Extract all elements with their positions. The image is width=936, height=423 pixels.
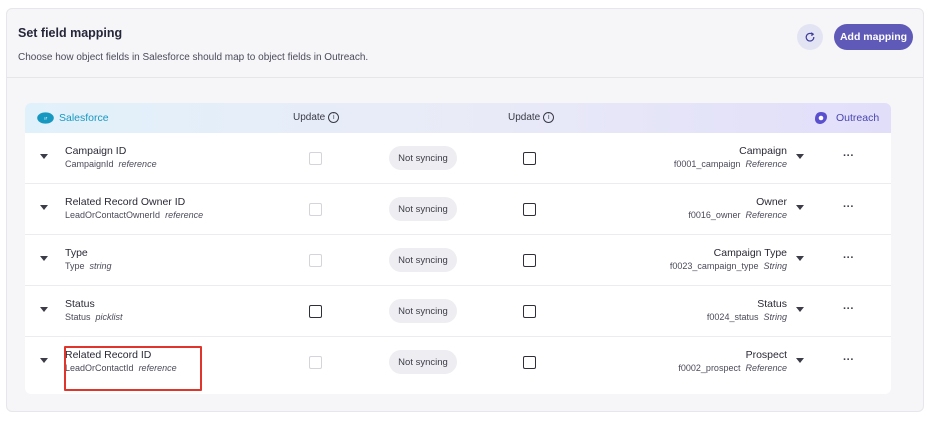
update-label: Update: [293, 112, 326, 123]
update-salesforce-checkbox[interactable]: [309, 203, 322, 216]
salesforce-field-api: Type string: [65, 261, 112, 271]
chevron-down-icon[interactable]: [796, 358, 804, 363]
sync-status[interactable]: Not syncing: [389, 350, 457, 374]
chevron-down-icon[interactable]: [40, 307, 48, 312]
add-mapping-button[interactable]: Add mapping: [834, 24, 913, 50]
salesforce-field-api: LeadOrContactOwnerId reference: [65, 210, 204, 220]
outreach-field-name: Status: [757, 298, 787, 310]
outreach-field-api: f0024_status String: [706, 312, 787, 322]
outreach-field-api: f0001_campaign Reference: [673, 159, 787, 169]
more-options-icon[interactable]: ···: [843, 150, 854, 162]
more-options-icon[interactable]: ···: [843, 252, 854, 264]
salesforce-field-name: Related Record Owner ID: [65, 196, 186, 208]
outreach-field-name: Campaign: [739, 145, 787, 157]
update-outreach-checkbox[interactable]: [523, 254, 536, 267]
sync-status[interactable]: Not syncing: [389, 197, 457, 221]
more-options-icon[interactable]: ···: [843, 201, 854, 213]
update-salesforce-checkbox[interactable]: [309, 254, 322, 267]
update-outreach-header: Update i: [508, 112, 555, 123]
update-outreach-checkbox[interactable]: [523, 305, 536, 318]
salesforce-field-name: Type: [65, 247, 88, 259]
salesforce-field-name: Campaign ID: [65, 145, 127, 157]
outreach-field-name: Prospect: [745, 349, 787, 361]
sync-status[interactable]: Not syncing: [389, 248, 457, 272]
update-salesforce-header: Update i: [293, 112, 340, 123]
chevron-down-icon[interactable]: [40, 205, 48, 210]
chevron-down-icon[interactable]: [40, 154, 48, 159]
salesforce-field-api: Status picklist: [65, 312, 123, 322]
divider: [7, 77, 923, 78]
update-outreach-checkbox[interactable]: [523, 203, 536, 216]
refresh-icon: [805, 32, 815, 42]
outreach-field-name: Campaign Type: [713, 247, 787, 259]
info-icon[interactable]: i: [328, 112, 340, 123]
chevron-down-icon[interactable]: [40, 256, 48, 261]
more-options-icon[interactable]: ···: [843, 303, 854, 315]
page-subtitle: Choose how object fields in Salesforce s…: [18, 52, 369, 63]
more-options-icon[interactable]: ···: [843, 354, 854, 366]
highlight-box: [64, 346, 202, 391]
refresh-button[interactable]: [797, 24, 823, 50]
outreach-field-name: Owner: [756, 196, 787, 208]
table-row: Type Type string Not syncing Campaign Ty…: [25, 235, 891, 286]
info-icon[interactable]: i: [543, 112, 555, 123]
outreach-field-api: f0016_owner Reference: [688, 210, 787, 220]
chevron-down-icon[interactable]: [796, 205, 804, 210]
table-row: Campaign ID CampaignId reference Not syn…: [25, 133, 891, 184]
update-outreach-checkbox[interactable]: [523, 152, 536, 165]
chevron-down-icon[interactable]: [796, 256, 804, 261]
salesforce-logo: sf: [37, 112, 54, 124]
salesforce-field-name: Status: [65, 298, 95, 310]
outreach-field-api: f0023_campaign_type String: [669, 261, 787, 271]
update-salesforce-checkbox[interactable]: [309, 356, 322, 369]
outreach-label: Outreach: [836, 112, 880, 124]
update-salesforce-checkbox[interactable]: [309, 152, 322, 165]
salesforce-label: Salesforce: [59, 112, 109, 124]
update-outreach-checkbox[interactable]: [523, 356, 536, 369]
outreach-logo: [815, 112, 827, 124]
sync-status[interactable]: Not syncing: [389, 299, 457, 323]
chevron-down-icon[interactable]: [40, 358, 48, 363]
page-title: Set field mapping: [18, 26, 123, 40]
chevron-down-icon[interactable]: [796, 154, 804, 159]
chevron-down-icon[interactable]: [796, 307, 804, 312]
table-row: Status Status picklist Not syncing Statu…: [25, 286, 891, 337]
table-header: sf Salesforce Update i Update i Outreach: [25, 103, 891, 133]
update-label: Update: [508, 112, 541, 123]
update-salesforce-checkbox[interactable]: [309, 305, 322, 318]
table-row: Related Record Owner ID LeadOrContactOwn…: [25, 184, 891, 235]
sync-status[interactable]: Not syncing: [389, 146, 457, 170]
outreach-field-api: f0002_prospect Reference: [678, 363, 787, 373]
salesforce-field-api: CampaignId reference: [65, 159, 157, 169]
